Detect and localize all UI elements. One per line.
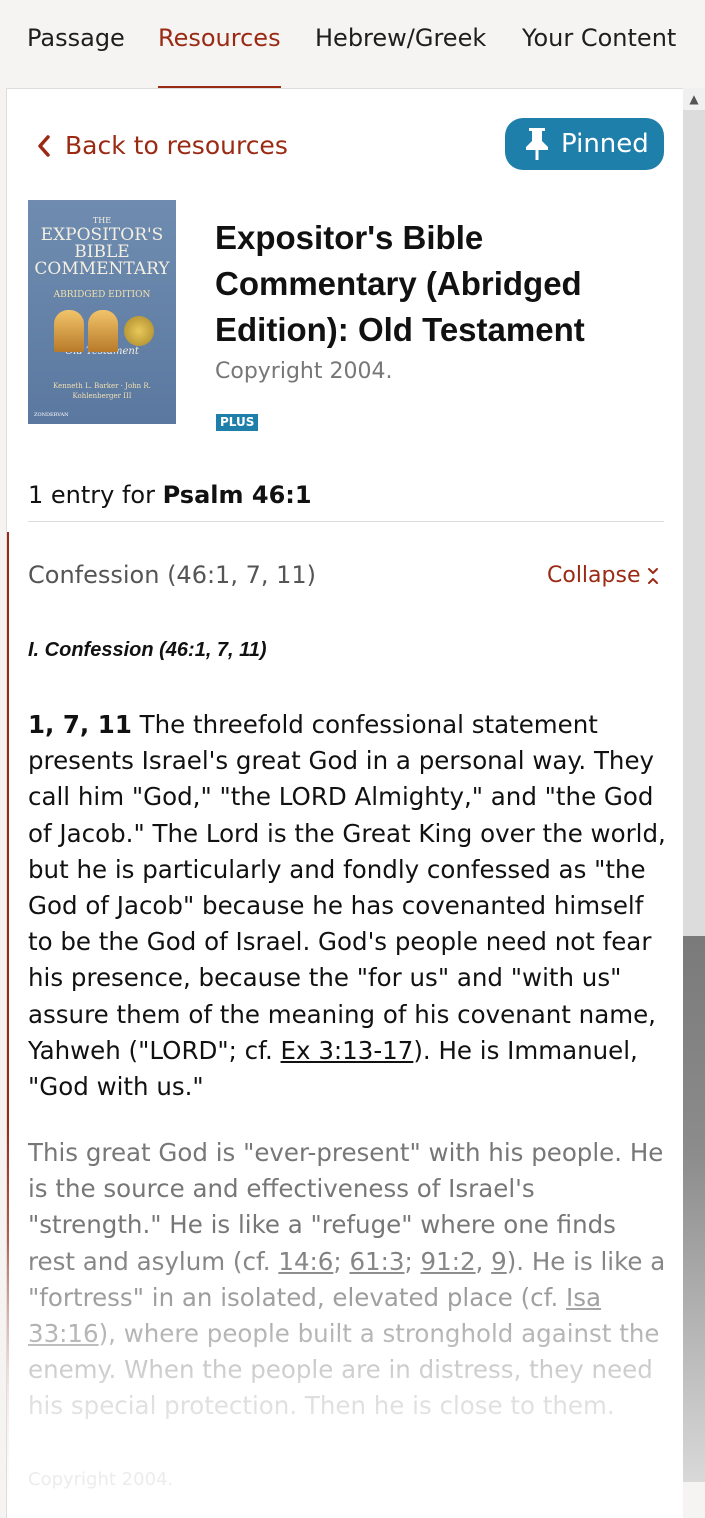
entry-heading: I. Confession (46:1, 7, 11) <box>28 639 267 661</box>
divider <box>28 521 664 522</box>
resource-panel: Back to resources Pinned THE EXPOSITOR'S… <box>6 88 683 1518</box>
tab-passage[interactable]: Passage <box>27 24 125 88</box>
tab-resources[interactable]: Resources <box>158 24 281 88</box>
tab-bar: Passage Resources Hebrew/Greek Your Cont… <box>0 0 705 88</box>
commentary-paragraph-2: This great God is "ever-present" with hi… <box>28 1135 668 1425</box>
footer-copyright: Copyright 2004. <box>28 1469 174 1490</box>
para2-sep: ; <box>333 1246 350 1276</box>
cover-tablet-left <box>54 310 84 352</box>
cover-tablet-right <box>88 310 118 352</box>
entry-passage: Psalm 46:1 <box>162 481 312 509</box>
tab-your-content[interactable]: Your Content <box>522 24 676 88</box>
scroll-up-arrow-icon[interactable]: ▲ <box>683 88 705 110</box>
verse-lead: 1, 7, 11 <box>28 710 132 739</box>
scripture-link[interactable]: 14:6 <box>278 1247 333 1276</box>
back-link-label: Back to resources <box>65 131 288 160</box>
scripture-link[interactable]: 91:2 <box>421 1247 476 1276</box>
entry-count: 1 entry for Psalm 46:1 <box>28 481 312 509</box>
cover-publisher: ZONDERVAN <box>34 412 69 418</box>
scrollbar-thumb[interactable] <box>683 936 705 1482</box>
scrollbar[interactable]: ▲ <box>683 88 705 1482</box>
commentary-paragraph-1: 1, 7, 11 The threefold confessional stat… <box>28 707 668 1105</box>
resource-title: Expositor's Bible Commentary (Abridged E… <box>215 219 585 348</box>
cover-authors: Kenneth L. Barker · John R. Kohlenberger… <box>53 382 151 400</box>
cover-edition: ABRIDGED EDITION <box>53 290 151 300</box>
para2-text-c: ), where people built a stronghold again… <box>28 1319 660 1421</box>
cover-seal <box>124 316 154 346</box>
para2-sep: ; <box>404 1246 421 1276</box>
collapse-button[interactable]: Collapse <box>547 563 659 588</box>
scripture-link[interactable]: 61:3 <box>349 1247 404 1276</box>
cover-title: EXPOSITOR'S BIBLE COMMENTARY <box>34 225 170 279</box>
plus-badge: PLUS <box>216 414 259 431</box>
scripture-link[interactable]: Ex 3:13-17 <box>281 1036 414 1065</box>
entry-accent-rule <box>7 532 9 1518</box>
pinned-button[interactable]: Pinned <box>505 118 664 170</box>
para2-sep: , <box>475 1246 492 1276</box>
book-cover: THE EXPOSITOR'S BIBLE COMMENTARY ABRIDGE… <box>28 200 176 424</box>
resource-copyright: Copyright 2004. <box>215 359 393 384</box>
section-title[interactable]: Confession (46:1, 7, 11) <box>28 561 316 589</box>
tab-hebrew-greek[interactable]: Hebrew/Greek <box>315 24 486 88</box>
para1-text: The threefold confessional statement pre… <box>28 710 666 1065</box>
chevron-left-icon <box>38 134 50 157</box>
cover-top: THE <box>92 216 112 225</box>
cover-art <box>28 310 176 354</box>
pin-icon <box>526 128 548 160</box>
scripture-link[interactable]: 9 <box>491 1247 507 1276</box>
pinned-label: Pinned <box>561 129 649 159</box>
collapse-chevrons-icon <box>647 567 658 584</box>
entry-count-prefix: 1 entry for <box>28 481 163 509</box>
back-to-resources-link[interactable]: Back to resources <box>37 131 288 160</box>
collapse-label: Collapse <box>547 563 641 588</box>
